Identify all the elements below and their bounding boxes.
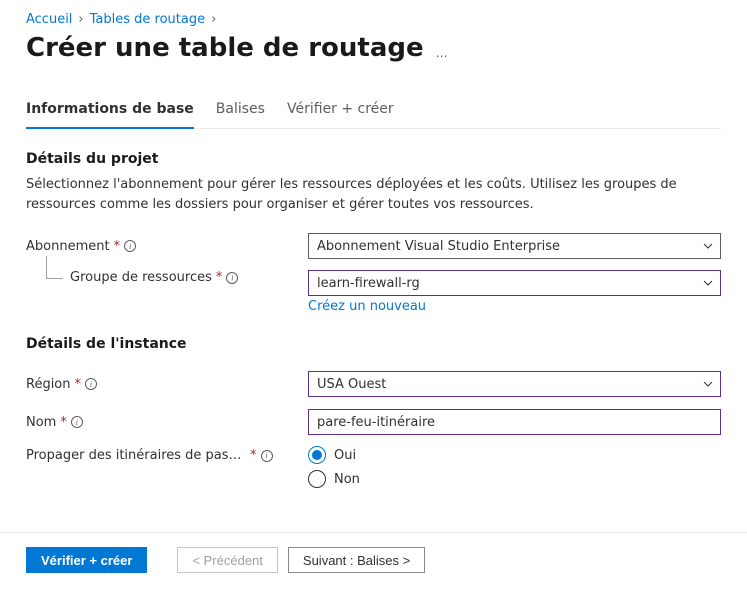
chevron-down-icon [702, 277, 714, 289]
instance-details-heading: Détails de l'instance [26, 336, 721, 352]
subscription-label: Abonnement [26, 239, 110, 254]
more-button[interactable]: … [436, 37, 450, 59]
required-indicator: * [60, 415, 67, 430]
breadcrumb-home[interactable]: Accueil [26, 12, 72, 27]
chevron-right-icon: › [78, 12, 83, 27]
radio-icon [308, 446, 326, 464]
required-indicator: * [216, 270, 223, 285]
tabs: Informations de base Balises Vérifier + … [26, 101, 721, 129]
region-label: Région [26, 377, 71, 392]
chevron-right-icon: › [211, 12, 216, 27]
required-indicator: * [250, 448, 257, 463]
info-icon[interactable]: i [226, 272, 238, 284]
subscription-value: Abonnement Visual Studio Enterprise [317, 239, 560, 254]
propagate-no-label: Non [334, 472, 360, 487]
region-value: USA Ouest [317, 377, 386, 392]
project-details-heading: Détails du projet [26, 151, 721, 167]
required-indicator: * [114, 239, 121, 254]
info-icon[interactable]: i [85, 378, 97, 390]
tab-tags[interactable]: Balises [216, 101, 265, 129]
tab-review[interactable]: Vérifier + créer [287, 101, 394, 129]
create-new-link[interactable]: Créez un nouveau [308, 299, 426, 314]
resource-group-value: learn-firewall-rg [317, 276, 420, 291]
footer: Vérifier + créer < Précédent Suivant : B… [0, 532, 747, 589]
breadcrumb-route-tables[interactable]: Tables de routage [90, 12, 205, 27]
info-icon[interactable]: i [124, 240, 136, 252]
breadcrumb: Accueil › Tables de routage › [26, 12, 721, 27]
review-create-button[interactable]: Vérifier + créer [26, 547, 147, 573]
propagate-radio-group: Oui Non [308, 446, 721, 488]
propagate-no[interactable]: Non [308, 470, 721, 488]
propagate-label: Propager des itinéraires de passer... [26, 448, 246, 463]
subscription-select[interactable]: Abonnement Visual Studio Enterprise [308, 233, 721, 259]
required-indicator: * [75, 377, 82, 392]
propagate-yes[interactable]: Oui [308, 446, 721, 464]
name-value: pare-feu-itinéraire [317, 415, 435, 430]
previous-button: < Précédent [177, 547, 277, 573]
propagate-yes-label: Oui [334, 448, 356, 463]
resource-group-select[interactable]: learn-firewall-rg [308, 270, 721, 296]
resource-group-label: Groupe de ressources [70, 270, 212, 285]
info-icon[interactable]: i [71, 416, 83, 428]
page-title: Créer une table de routage [26, 33, 424, 63]
tab-basics[interactable]: Informations de base [26, 101, 194, 129]
info-icon[interactable]: i [261, 450, 273, 462]
project-details-description: Sélectionnez l'abonnement pour gérer les… [26, 175, 721, 214]
next-button[interactable]: Suivant : Balises > [288, 547, 425, 573]
chevron-down-icon [702, 378, 714, 390]
chevron-down-icon [702, 240, 714, 252]
radio-icon [308, 470, 326, 488]
name-label: Nom [26, 415, 56, 430]
name-input[interactable]: pare-feu-itinéraire [308, 409, 721, 435]
region-select[interactable]: USA Ouest [308, 371, 721, 397]
